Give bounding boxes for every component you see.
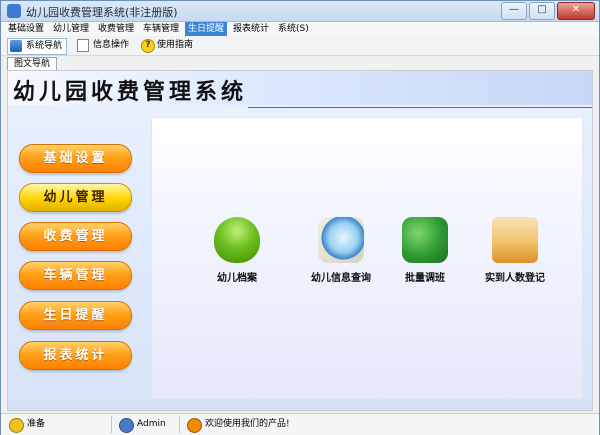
magnifier-icon (318, 217, 364, 263)
page-title: 幼儿园收费管理系统 (13, 80, 248, 105)
minimize-button[interactable]: — (501, 2, 527, 20)
toolbar: 系统导航 信息操作 ? 使用指南 (1, 37, 599, 56)
app-window: 幼儿园收费管理系统(非注册版) — □ ✕ 基础设置 幼儿管理 收费管理 车辆管… (0, 0, 600, 435)
title-bar: 幼儿园收费管理系统(非注册版) — □ ✕ (1, 1, 599, 22)
menu-fee-management[interactable]: 收费管理 (95, 22, 137, 36)
func-child-records[interactable]: 幼儿档案 (192, 217, 282, 284)
window-controls: — □ ✕ (501, 2, 595, 20)
tool-info-operation[interactable]: 信息操作 (75, 38, 133, 53)
close-button[interactable]: ✕ (557, 2, 595, 20)
menu-child-management[interactable]: 幼儿管理 (50, 22, 92, 36)
nav-vehicle-management[interactable]: 车辆管理 (19, 261, 132, 290)
tool-user-guide[interactable]: ? 使用指南 (139, 38, 197, 53)
status-welcome: 欢迎使用我们的产品! (187, 417, 290, 433)
nav-basic-settings[interactable]: 基础设置 (19, 144, 132, 173)
status-user-text: Admin (137, 419, 166, 429)
status-ready: 准备 (9, 417, 46, 433)
func-attendance-registration[interactable]: 实到人数登记 (470, 217, 560, 284)
menu-report-statistics[interactable]: 报表统计 (230, 22, 272, 36)
menu-birthday-reminder[interactable]: 生日提醒 (185, 22, 228, 36)
status-divider (179, 416, 180, 433)
status-welcome-text: 欢迎使用我们的产品! (205, 419, 290, 429)
func-label: 幼儿信息查询 (311, 273, 371, 284)
function-panel: 幼儿档案 幼儿信息查询 批量调班 实到人数登记 (151, 117, 583, 399)
nav-report-statistics[interactable]: 报表统计 (19, 341, 132, 370)
nav-fee-management[interactable]: 收费管理 (19, 222, 132, 251)
status-divider (111, 416, 112, 433)
func-child-info-query[interactable]: 幼儿信息查询 (296, 217, 386, 284)
monitor-icon (10, 40, 22, 52)
header-divider (248, 107, 592, 108)
tool-label: 系统导航 (26, 41, 63, 51)
app-icon (7, 4, 21, 18)
menu-vehicle-management[interactable]: 车辆管理 (140, 22, 182, 36)
window-title: 幼儿园收费管理系统(非注册版) (26, 6, 178, 19)
tool-label: 信息操作 (93, 40, 130, 50)
nav-child-management[interactable]: 幼儿管理 (19, 183, 132, 212)
document-icon (77, 39, 89, 52)
menu-basic-settings[interactable]: 基础设置 (5, 22, 47, 36)
func-label: 实到人数登记 (485, 273, 545, 284)
user-edit-icon (402, 217, 448, 263)
menu-system[interactable]: 系统(S) (275, 22, 312, 36)
house-icon (492, 217, 538, 263)
tool-system-navigation[interactable]: 系统导航 (7, 38, 68, 55)
func-label: 幼儿档案 (217, 273, 257, 284)
maximize-button[interactable]: □ (529, 2, 555, 20)
main-content: 幼儿园收费管理系统 基础设置 幼儿管理 收费管理 车辆管理 生日提醒 报表统计 … (7, 70, 593, 411)
person-icon (214, 217, 260, 263)
func-batch-class-adjust[interactable]: 批量调班 (380, 217, 470, 284)
tool-label: 使用指南 (157, 40, 194, 50)
status-user: Admin (119, 417, 166, 433)
help-icon: ? (141, 39, 155, 53)
user-icon (119, 418, 134, 433)
nav-birthday-reminder[interactable]: 生日提醒 (19, 301, 132, 330)
ready-icon (9, 418, 24, 433)
tab-graphic-navigation[interactable]: 图文导航 (7, 57, 57, 71)
menu-bar: 基础设置 幼儿管理 收费管理 车辆管理 生日提醒 报表统计 系统(S) (1, 22, 599, 36)
func-label: 批量调班 (405, 273, 445, 284)
welcome-icon (187, 418, 202, 433)
status-bar: 准备 Admin 欢迎使用我们的产品! (1, 413, 599, 435)
status-ready-text: 准备 (27, 419, 46, 429)
